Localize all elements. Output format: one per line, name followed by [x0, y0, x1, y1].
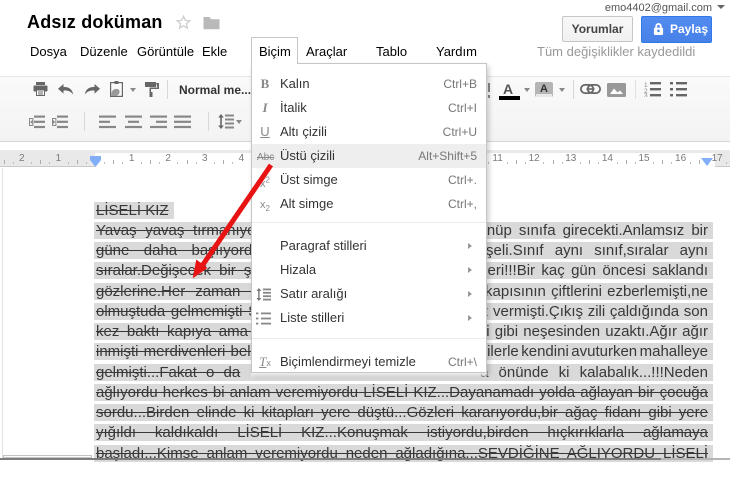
svg-text:3: 3 [644, 93, 648, 98]
